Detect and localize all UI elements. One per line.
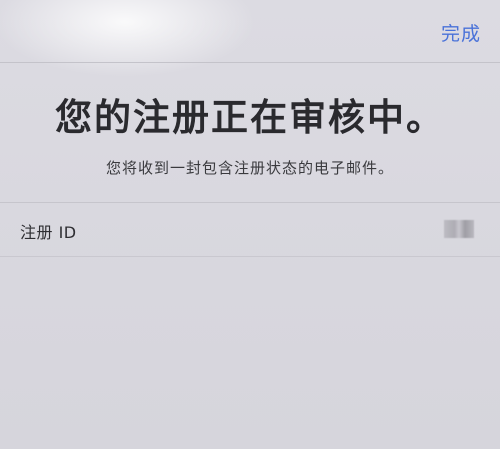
registration-id-value-redacted <box>444 220 474 238</box>
registration-id-label: 注册 ID <box>20 223 77 242</box>
status-message: 您将收到一封包含注册状态的电子邮件。 <box>105 159 394 177</box>
navigation-bar: 完成 <box>0 0 500 63</box>
registration-id-row: 注册 ID <box>0 203 500 257</box>
registration-status-screen: 完成 您的注册正在审核中。 您将收到一封包含注册状态的电子邮件。 注册 ID <box>0 0 500 449</box>
divider <box>0 256 500 257</box>
page-title: 您的注册正在审核中。 <box>55 96 445 139</box>
done-button[interactable]: 完成 <box>441 19 481 46</box>
